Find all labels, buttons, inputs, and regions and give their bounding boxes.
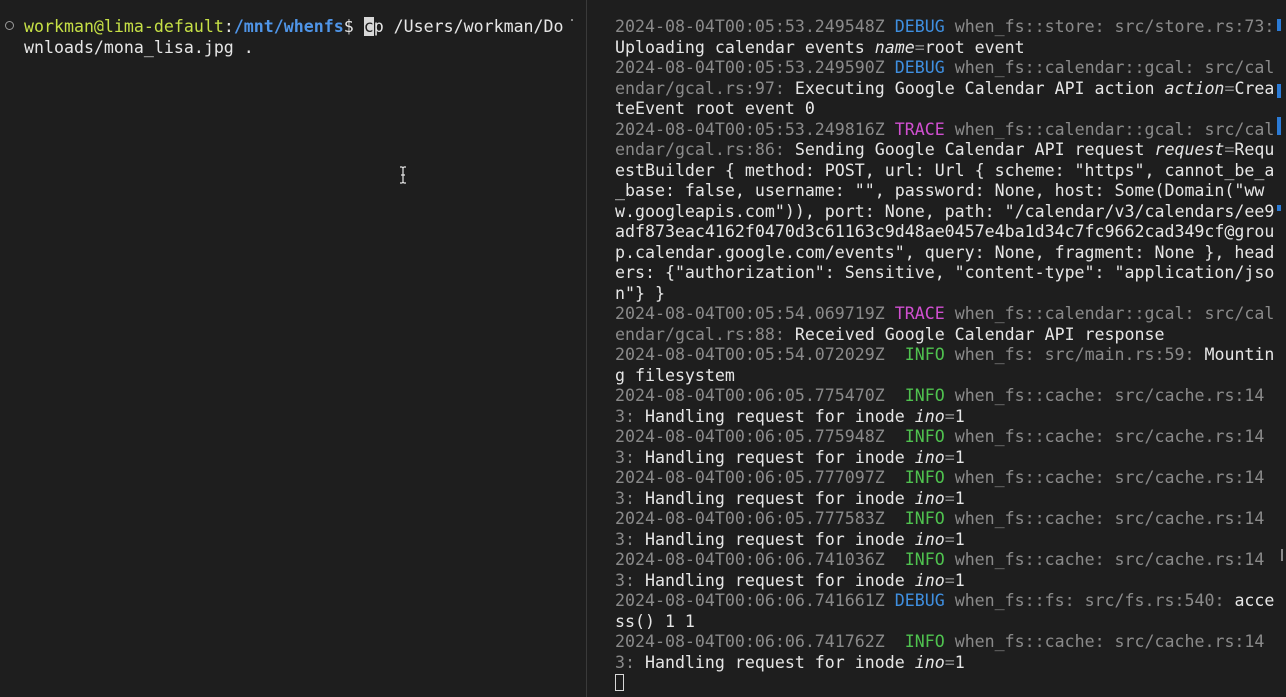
log-output[interactable]: 2024-08-04T00:05:53.249548Z DEBUG when_f…	[615, 17, 1280, 694]
log-entry: 2024-08-04T00:05:53.249548Z DEBUG when_f…	[615, 17, 1280, 58]
log-field-key: ino	[914, 488, 945, 508]
log-target: when_fs::store: src/store.rs:73:	[954, 17, 1275, 36]
prompt-marker-icon	[5, 21, 14, 30]
scroll-marker	[1277, 84, 1281, 98]
left-terminal-pane[interactable]: workman@lima-default:/mnt/whenfs$ cp /Us…	[0, 0, 586, 697]
log-prompt-line	[615, 673, 1280, 694]
log-target: when_fs: src/main.rs:59:	[954, 345, 1195, 364]
log-field-key: action	[1164, 78, 1225, 98]
log-timestamp: 2024-08-04T00:05:54.072029Z	[615, 345, 885, 364]
log-field-value: 1	[954, 488, 965, 508]
prompt-path: /mnt/whenfs	[233, 17, 344, 36]
text-cursor-icon	[400, 166, 406, 184]
prompt-symbol: $	[343, 17, 364, 36]
log-entry: 2024-08-04T00:06:05.777097Z INFO when_fs…	[615, 468, 1280, 509]
log-entry: 2024-08-04T00:05:53.249590Z DEBUG when_f…	[615, 58, 1280, 120]
log-field-equals: =	[1224, 78, 1235, 98]
log-field-value: root event	[924, 37, 1025, 57]
log-field-key: name	[874, 37, 915, 57]
log-message: Handling request for inode	[634, 447, 915, 467]
log-level: INFO	[894, 427, 945, 446]
log-field-equals: =	[914, 37, 925, 57]
log-level: DEBUG	[894, 58, 945, 77]
log-field-equals: =	[944, 652, 955, 672]
scroll-marker	[1277, 117, 1281, 135]
log-message: Handling request for inode	[634, 529, 915, 549]
terminal-cursor	[615, 674, 624, 691]
log-timestamp: 2024-08-04T00:05:53.249548Z	[615, 17, 885, 36]
log-field-equals: =	[944, 488, 955, 508]
log-field-value: 1	[954, 406, 965, 426]
log-level: TRACE	[894, 119, 945, 139]
log-field-key: ino	[914, 406, 945, 426]
scroll-marker	[1277, 205, 1281, 211]
log-level: INFO	[894, 632, 945, 651]
log-field-key: ino	[914, 447, 945, 467]
log-entry: 2024-08-04T00:06:06.741762Z INFO when_fs…	[615, 632, 1280, 673]
log-level: INFO	[894, 386, 945, 405]
prompt-user: workman@lima-default	[24, 17, 224, 36]
log-message: Executing Google Calendar API action	[784, 78, 1165, 98]
log-entry: 2024-08-04T00:05:54.072029Z INFO when_fs…	[615, 345, 1280, 386]
log-field-key: ino	[914, 529, 945, 549]
log-level: INFO	[894, 509, 945, 528]
log-message: Handling request for inode	[634, 406, 915, 426]
log-timestamp: 2024-08-04T00:06:05.775470Z	[615, 386, 885, 405]
log-timestamp: 2024-08-04T00:06:06.741036Z	[615, 550, 885, 569]
log-message: Sending Google Calendar API request	[784, 140, 1155, 159]
log-timestamp: 2024-08-04T00:06:05.777583Z	[615, 509, 885, 528]
log-target: when_fs::fs: src/fs.rs:540:	[954, 591, 1225, 610]
log-field-key: request	[1154, 140, 1225, 159]
log-timestamp: 2024-08-04T00:06:05.775948Z	[615, 427, 885, 446]
log-field-value: 1	[954, 529, 965, 549]
log-level: INFO	[894, 468, 945, 487]
log-field-value: 1	[954, 570, 965, 590]
log-entry: 2024-08-04T00:06:05.775948Z INFO when_fs…	[615, 427, 1280, 468]
prompt-separator: :	[223, 17, 234, 36]
log-timestamp: 2024-08-04T00:05:54.069719Z	[615, 304, 885, 323]
log-field-equals: =	[944, 529, 955, 549]
log-entry: 2024-08-04T00:06:06.741036Z INFO when_fs…	[615, 550, 1280, 591]
terminal-cursor: c	[363, 17, 374, 36]
log-entry: 2024-08-04T00:06:05.777583Z INFO when_fs…	[615, 509, 1280, 550]
log-entry: 2024-08-04T00:06:06.741661Z DEBUG when_f…	[615, 591, 1280, 632]
log-level: INFO	[894, 550, 945, 569]
left-terminal-output[interactable]: workman@lima-default:/mnt/whenfs$ cp /Us…	[24, 17, 569, 58]
log-level: DEBUG	[894, 591, 945, 610]
scroll-indicator	[1281, 549, 1283, 561]
log-level: TRACE	[894, 304, 945, 323]
log-timestamp: 2024-08-04T00:06:06.741661Z	[615, 591, 885, 610]
log-field-key: ino	[914, 652, 945, 672]
log-field-value: 1	[954, 652, 965, 672]
log-field-equals: =	[944, 447, 955, 467]
log-field-value: RequestBuilder { method: POST, url: Url …	[615, 140, 1275, 303]
log-timestamp: 2024-08-04T00:06:06.741762Z	[615, 632, 885, 651]
log-level: DEBUG	[894, 17, 945, 36]
log-entry: 2024-08-04T00:05:53.249816Z TRACE when_f…	[615, 120, 1280, 305]
log-timestamp: 2024-08-04T00:05:53.249816Z	[615, 119, 885, 139]
log-entry: 2024-08-04T00:05:54.069719Z TRACE when_f…	[615, 304, 1280, 345]
log-message: Handling request for inode	[634, 652, 915, 672]
log-timestamp: 2024-08-04T00:06:05.777097Z	[615, 468, 885, 487]
log-message: Handling request for inode	[634, 488, 915, 508]
log-timestamp: 2024-08-04T00:05:53.249590Z	[615, 58, 885, 77]
right-terminal-pane[interactable]: 2024-08-04T00:05:53.249548Z DEBUG when_f…	[587, 0, 1286, 697]
log-level: INFO	[894, 345, 945, 364]
log-field-key: ino	[914, 570, 945, 590]
log-field-equals: =	[944, 570, 955, 590]
scroll-marker	[1277, 19, 1281, 31]
log-message: Handling request for inode	[634, 570, 915, 590]
log-field-equals: =	[1224, 140, 1235, 159]
log-message: Received Google Calendar API response	[784, 324, 1165, 344]
log-entry: 2024-08-04T00:06:05.775470Z INFO when_fs…	[615, 386, 1280, 427]
log-field-equals: =	[944, 406, 955, 426]
log-field-value: 1	[954, 447, 965, 467]
scroll-indicator	[571, 19, 573, 21]
